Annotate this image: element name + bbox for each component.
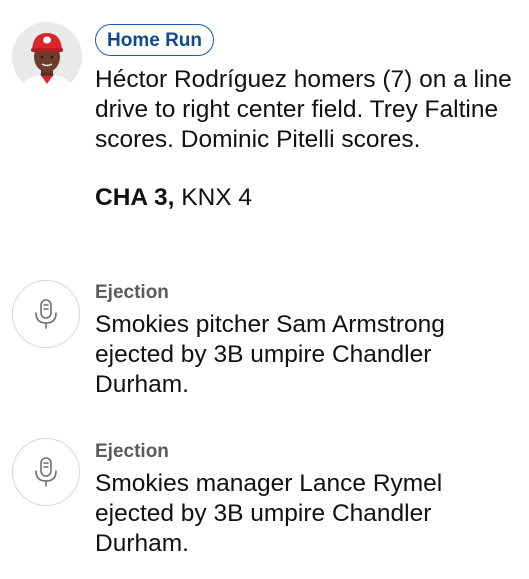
score-separator: , — [167, 184, 175, 211]
home-run-badge: Home Run — [95, 24, 214, 56]
ejection-label: Ejection — [95, 441, 169, 462]
ejection-description: Smokies manager Lance Rymel ejected by 3… — [95, 470, 443, 557]
score-team2: KNX 4 — [181, 184, 253, 211]
score-team1: CHA 3 — [95, 184, 168, 211]
ejection-event: Ejection Smokies manager Lance Rymel eje… — [0, 430, 529, 579]
player-headshot-icon — [12, 22, 82, 92]
microphone-avatar — [12, 280, 80, 348]
microphone-avatar — [12, 438, 80, 506]
home-run-description: Héctor Rodríguez homers (7) on a line dr… — [95, 66, 512, 153]
player-avatar — [12, 22, 82, 92]
microphone-icon — [35, 457, 57, 487]
ejection-event: Ejection Smokies pitcher Sam Armstrong e… — [0, 270, 529, 410]
score-line: CHA 3, KNX 4 — [95, 183, 519, 213]
home-run-event: Home Run Héctor Rodríguez homers (7) on … — [0, 0, 529, 250]
ejection-description: Smokies pitcher Sam Armstrong ejected by… — [95, 311, 445, 398]
ejection-label: Ejection — [95, 282, 169, 303]
microphone-icon — [35, 299, 57, 329]
